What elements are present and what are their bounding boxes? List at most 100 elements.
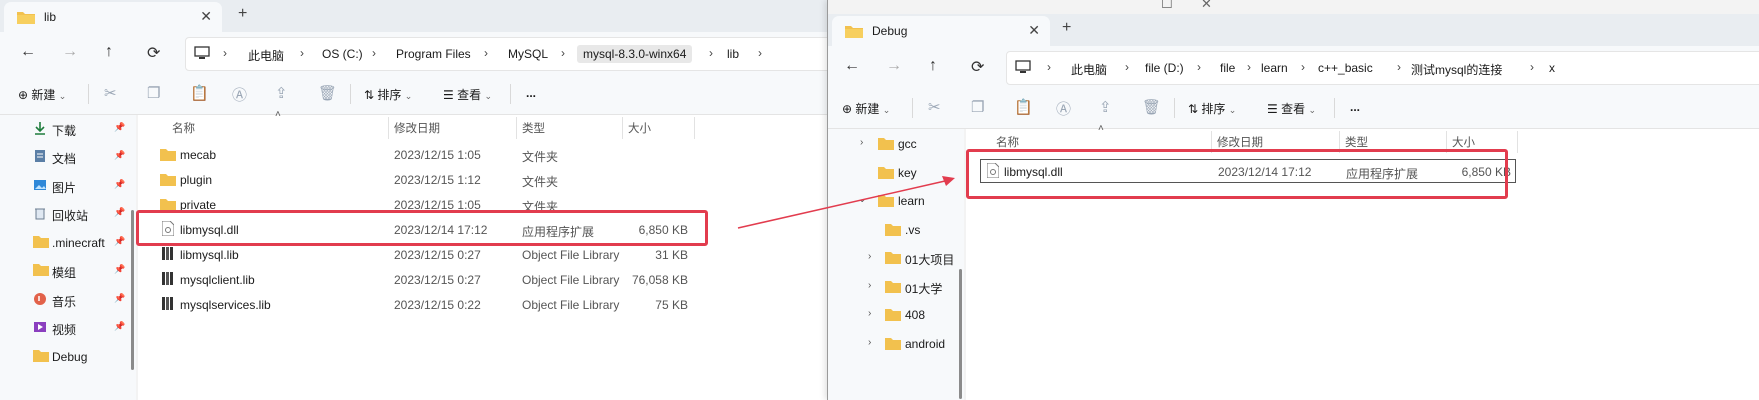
close-tab-icon[interactable]: ✕ — [1028, 22, 1040, 39]
cut-icon[interactable]: ✂ — [104, 84, 117, 102]
new-button[interactable]: ⊕ 新建 ⌄ — [18, 86, 66, 103]
forward-icon[interactable]: → — [886, 57, 902, 75]
close-window-icon[interactable]: ✕ — [1201, 0, 1212, 12]
cut-icon[interactable]: ✂ — [928, 98, 941, 116]
chevron-down-icon[interactable]: ⌄ — [858, 194, 866, 205]
more-options-button[interactable]: ... — [526, 86, 536, 100]
tab-debug[interactable]: Debug ✕ — [832, 16, 1050, 46]
breadcrumb-item[interactable]: mysql-8.3.0-winx64 — [577, 45, 693, 63]
breadcrumb-item[interactable]: c++_basic — [1318, 61, 1373, 75]
tree-item-big-project[interactable]: › 01大项目 — [828, 244, 964, 272]
maximize-icon[interactable]: ☐ — [1161, 0, 1173, 12]
rename-icon[interactable]: Ⓐ — [1056, 98, 1071, 119]
column-header-modified[interactable]: 修改日期 — [1217, 134, 1263, 150]
nav-item-music[interactable]: 音乐 📌 — [0, 286, 134, 314]
up-icon[interactable]: ↑ — [105, 43, 113, 61]
breadcrumb-item[interactable]: lib — [727, 47, 739, 61]
breadcrumb-item[interactable]: Program Files — [396, 47, 471, 61]
breadcrumb-item[interactable]: 此电脑 — [248, 47, 284, 64]
more-options-button[interactable]: ... — [1350, 100, 1360, 114]
breadcrumb-item[interactable]: file — [1220, 61, 1235, 75]
new-tab-icon[interactable]: + — [1062, 19, 1071, 37]
rename-icon[interactable]: Ⓐ — [232, 84, 247, 105]
new-button[interactable]: ⊕ 新建 ⌄ — [842, 100, 890, 117]
chevron-right-icon[interactable]: › — [868, 280, 871, 291]
tree-item-android[interactable]: › android — [828, 330, 964, 358]
breadcrumb-item[interactable]: 测试mysql的连接 — [1411, 61, 1502, 78]
pin-icon: 📌 — [114, 264, 126, 274]
column-header-modified[interactable]: 修改日期 — [394, 120, 440, 136]
sort-button[interactable]: ⇅ 排序 ⌄ — [1188, 100, 1236, 117]
column-header-size[interactable]: 大小 — [628, 120, 651, 136]
back-icon[interactable]: ← — [20, 43, 36, 61]
delete-icon[interactable]: 🗑 — [318, 84, 337, 102]
divider — [88, 84, 89, 104]
nav-item-videos[interactable]: 视频 📌 — [0, 314, 134, 342]
paste-icon[interactable]: 📋 — [1014, 98, 1033, 116]
nav-item-documents[interactable]: 文档 📌 — [0, 143, 134, 171]
new-tab-icon[interactable]: + — [238, 5, 247, 23]
column-header-type[interactable]: 类型 — [1345, 134, 1368, 150]
paste-icon[interactable]: 📋 — [190, 84, 209, 102]
sort-button[interactable]: ⇅ 排序 ⌄ — [364, 86, 412, 103]
breadcrumb-item[interactable]: 此电脑 — [1071, 61, 1107, 78]
share-icon[interactable]: ⇪ — [1099, 98, 1112, 116]
column-divider[interactable] — [694, 117, 695, 139]
pin-icon: 📌 — [114, 236, 126, 246]
scrollbar[interactable] — [131, 210, 134, 370]
tree-item-key[interactable]: key — [828, 159, 964, 187]
nav-item-minecraft[interactable]: .minecraft 📌 — [0, 229, 134, 257]
file-row[interactable]: plugin 2023/12/15 1:12 文件夹 — [138, 167, 827, 192]
nav-item-pictures[interactable]: 图片 📌 — [0, 172, 134, 200]
breadcrumb-item[interactable]: OS (C:) — [322, 47, 363, 61]
breadcrumb-item[interactable]: MySQL — [508, 47, 548, 61]
scrollbar[interactable] — [959, 269, 962, 399]
forward-icon[interactable]: → — [62, 43, 78, 61]
address-bar[interactable]: › 此电脑 › OS (C:) › Program Files › MySQL … — [185, 37, 827, 71]
folder-icon — [878, 166, 894, 179]
refresh-icon[interactable]: ⟳ — [147, 43, 160, 63]
column-header-type[interactable]: 类型 — [522, 120, 545, 136]
breadcrumb-item[interactable]: file (D:) — [1145, 61, 1184, 75]
tree-item-408[interactable]: › 408 — [828, 301, 964, 329]
tree-item-vs[interactable]: .vs — [828, 216, 964, 244]
chevron-right-icon[interactable]: › — [868, 251, 871, 262]
column-divider[interactable] — [622, 117, 623, 139]
chevron-right-icon: › — [372, 46, 376, 60]
tree-item-university[interactable]: › 01大学 — [828, 273, 964, 301]
nav-item-recycle-bin[interactable]: 回收站 📌 — [0, 200, 134, 228]
copy-icon[interactable]: ❐ — [147, 84, 160, 102]
file-type: Object File Library — [522, 273, 620, 287]
view-button[interactable]: ☰ 查看 ⌄ — [443, 86, 492, 103]
view-button[interactable]: ☰ 查看 ⌄ — [1267, 100, 1316, 117]
chevron-right-icon[interactable]: › — [868, 337, 871, 348]
delete-icon[interactable]: 🗑 — [1142, 98, 1161, 116]
tab-lib[interactable]: lib ✕ — [4, 2, 222, 32]
breadcrumb-item[interactable]: x — [1549, 61, 1555, 75]
close-tab-icon[interactable]: ✕ — [200, 8, 212, 25]
tree-item-gcc[interactable]: › gcc — [828, 130, 964, 158]
up-icon[interactable]: ↑ — [929, 57, 937, 75]
column-divider[interactable] — [1517, 131, 1518, 153]
column-header-size[interactable]: 大小 — [1452, 134, 1475, 150]
column-header-name[interactable]: 名称 — [172, 120, 195, 136]
back-icon[interactable]: ← — [844, 57, 860, 75]
address-bar[interactable]: › 此电脑 › file (D:) › file › learn › c++_b… — [1006, 51, 1759, 85]
file-row[interactable]: mysqlclient.lib 2023/12/15 0:27 Object F… — [138, 267, 827, 292]
file-row[interactable]: mysqlservices.lib 2023/12/15 0:22 Object… — [138, 292, 827, 317]
breadcrumb-item[interactable]: learn — [1261, 61, 1288, 75]
refresh-icon[interactable]: ⟳ — [971, 57, 984, 77]
chevron-right-icon[interactable]: › — [860, 137, 863, 148]
file-row[interactable]: mecab 2023/12/15 1:05 文件夹 — [138, 142, 827, 167]
tree-item-learn[interactable]: ⌄ learn — [828, 187, 964, 215]
share-icon[interactable]: ⇪ — [275, 84, 288, 102]
nav-item-debug[interactable]: Debug — [0, 343, 134, 371]
column-divider[interactable] — [516, 117, 517, 139]
chevron-right-icon[interactable]: › — [868, 308, 871, 319]
column-divider[interactable] — [388, 117, 389, 139]
copy-icon[interactable]: ❐ — [971, 98, 984, 116]
nav-item-mods[interactable]: 模组 📌 — [0, 257, 134, 285]
column-header-name[interactable]: 名称 — [996, 134, 1019, 150]
file-modified: 2023/12/15 1:12 — [394, 173, 481, 187]
nav-item-downloads[interactable]: 下载 📌 — [0, 115, 134, 143]
